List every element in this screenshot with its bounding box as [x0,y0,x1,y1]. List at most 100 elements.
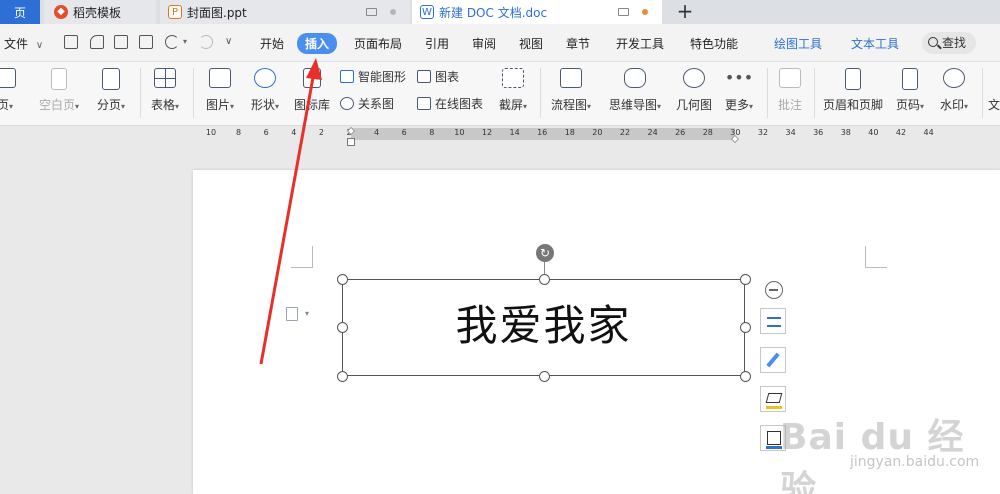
redo-icon[interactable] [199,35,213,49]
shape-button[interactable]: 形状▾ [245,62,285,126]
daoke-logo-icon: ◆ [54,5,68,19]
menu-start[interactable]: 开始 [260,35,284,52]
menu-review[interactable]: 审阅 [472,35,496,52]
paint-bucket-icon [765,393,783,403]
resize-handle-bottom[interactable] [539,371,550,382]
blank-page-button[interactable]: 空白页▾ [34,62,84,126]
tab-ppt-file[interactable]: P 封面图.ppt [160,0,410,24]
text-button-label: 文 [988,98,1000,112]
page-number-button[interactable]: 页码▾ [890,62,930,126]
more-button[interactable]: ••• 更多▾ [720,62,758,126]
unsaved-dot-icon[interactable] [642,9,648,15]
chevron-down-icon: ∨ [35,40,44,51]
online-chart-button[interactable]: 在线图表 [417,93,483,113]
print-icon[interactable] [114,35,128,49]
cover-page-icon [0,68,16,88]
caret-icon: ▾ [121,102,126,111]
file-menu[interactable]: 文件 ∨ [4,35,43,52]
menu-page-layout[interactable]: 页面布局 [354,35,402,52]
menu-bar: 文件 ∨ ▾ ∨ 开始 插入 页面布局 引用 审阅 视图 章节 开发工具 特色功… [0,24,1000,62]
icon-library-button[interactable]: 图标库 [290,62,334,126]
geometry-button[interactable]: 几何图 [673,62,715,126]
page-break-button[interactable]: 分页▾ [90,62,132,126]
print-preview-icon[interactable] [139,35,153,49]
cover-page-button[interactable]: 页▾ [0,62,18,126]
tab-home[interactable]: 页 [0,0,40,24]
resize-handle-bottom-left[interactable] [337,371,348,382]
caret-icon: ▾ [587,102,592,111]
format-painter-icon[interactable] [90,35,104,49]
relation-chart-button[interactable]: 关系图 [340,93,394,113]
menu-references[interactable]: 引用 [425,35,449,52]
ruler-tick-label: 28 [702,128,713,137]
save-icon[interactable] [64,35,78,49]
screenshot-button[interactable]: 截屏▾ [493,62,533,126]
menu-section[interactable]: 章节 [566,35,590,52]
smart-art-button[interactable]: 智能图形 [340,66,406,86]
resize-handle-top-right[interactable] [740,274,751,285]
collapse-toolbar-icon[interactable] [765,281,783,299]
menu-drawing-tools[interactable]: 绘图工具 [774,35,822,52]
smart-art-label: 智能图形 [358,69,407,84]
ruler-tick-label: 10 [205,128,217,137]
comment-button[interactable]: 批注 [774,62,806,126]
rotate-handle-icon[interactable]: ↻ [536,244,554,262]
selected-text-box[interactable]: 我爱我家 [342,279,745,376]
shape-label: 形状 [250,98,275,112]
first-line-indent-marker[interactable] [347,138,355,146]
tab-bar: 页 ◆ 稻壳模板 P 封面图.ppt W 新建 DOC 文档.doc + [0,0,1000,24]
search-icon [928,37,938,47]
tab-doc-file[interactable]: W 新建 DOC 文档.doc [412,0,662,24]
layout-options-button[interactable] [760,308,786,334]
tab-doc-label: 新建 DOC 文档.doc [439,5,548,20]
ppt-file-icon: P [168,5,182,19]
relation-chart-icon [340,96,354,110]
new-tab-button[interactable]: + [676,0,694,24]
undo-caret-icon[interactable]: ▾ [183,37,187,46]
insert-ribbon: 页▾ 空白页▾ 分页▾ 表格▾ 图片▾ 形状▾ 图标库 智能图形 图表 关系图 … [0,62,1000,126]
menu-text-tools[interactable]: 文本工具 [851,35,899,52]
search-button[interactable]: 查找 [922,32,976,54]
caret-icon: ▾ [657,102,662,111]
paste-options-caret-icon[interactable]: ▾ [305,309,309,318]
paste-options-icon[interactable] [286,307,298,321]
chart-button[interactable]: 图表 [417,66,459,86]
watermark-button[interactable]: 水印▾ [934,62,974,126]
caret-icon: ▾ [749,102,754,111]
ruler-tick-label: 4 [291,128,297,137]
online-chart-label: 在线图表 [435,96,484,111]
quick-access-more-icon[interactable]: ∨ [225,36,232,47]
picture-button[interactable]: 图片▾ [199,62,241,126]
ruler-tick-label: 14 [509,128,520,137]
tab-close-dot-icon[interactable] [390,9,396,15]
header-footer-button[interactable]: 页眉和页脚 [820,62,886,126]
menu-insert[interactable]: 插入 [297,33,338,54]
mindmap-button[interactable]: 思维导图▾ [604,62,666,126]
relation-chart-label: 关系图 [358,96,395,111]
text-wrap-icon [767,317,781,327]
rotate-handle-stem [544,262,545,274]
table-button[interactable]: 表格▾ [145,62,185,126]
resize-handle-bottom-right[interactable] [740,371,751,382]
tab-daoke-templates[interactable]: ◆ 稻壳模板 [44,0,156,24]
caret-icon: ▾ [9,102,14,111]
shape-style-button[interactable] [760,347,786,373]
screenshot-icon [502,68,524,88]
text-box-content[interactable]: 我爱我家 [343,292,744,353]
tab-ppt-label: 封面图.ppt [187,5,247,20]
caret-icon: ▾ [275,102,280,111]
resize-handle-left[interactable] [337,322,348,333]
resize-handle-right[interactable] [740,322,751,333]
caret-icon: ▾ [964,102,969,111]
menu-view[interactable]: 视图 [519,35,543,52]
ruler-tick-label: 4 [374,128,380,137]
flowchart-button[interactable]: 流程图▾ [546,62,596,126]
resize-handle-top[interactable] [539,274,550,285]
undo-icon[interactable] [165,35,179,49]
ruler-tick-label: 22 [619,128,631,137]
menu-special[interactable]: 特色功能 [690,35,738,52]
resize-handle-top-left[interactable] [337,274,348,285]
horizontal-ruler[interactable]: 1086422468101214161820222426283032343638… [0,127,1000,146]
text-button[interactable]: 文 [988,62,1000,126]
menu-developer[interactable]: 开发工具 [616,35,664,52]
